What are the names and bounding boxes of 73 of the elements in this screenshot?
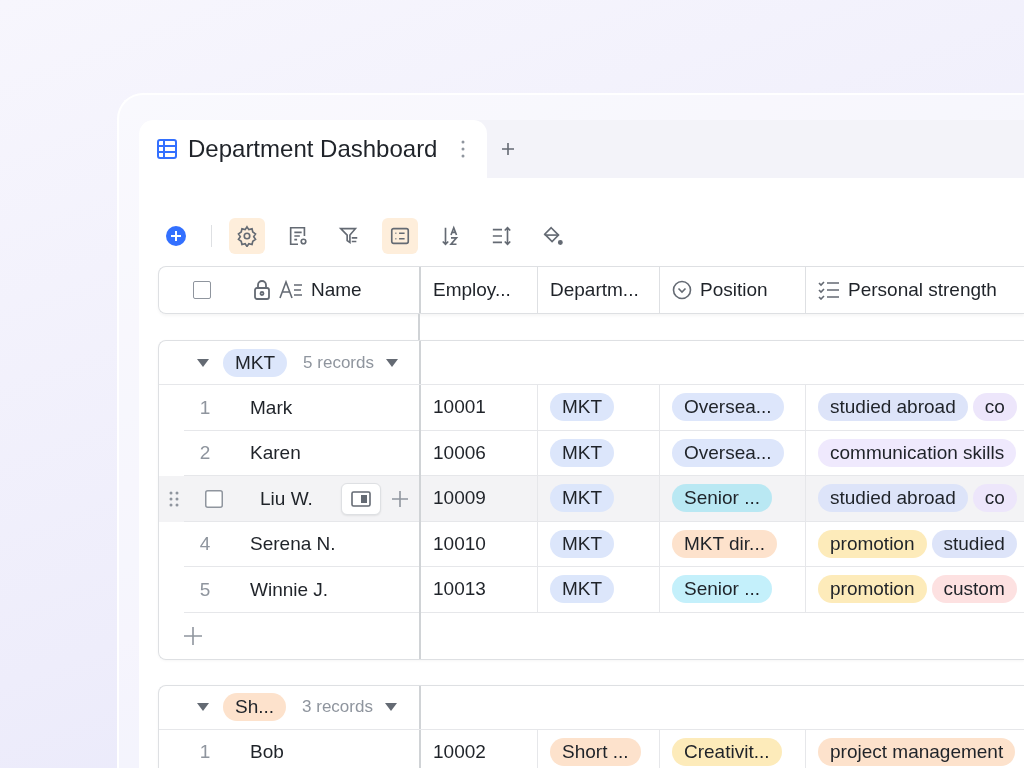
table-icon [157, 139, 177, 159]
table-cell: Winnie J. [250, 578, 329, 601]
strength-tag: communication skills [818, 438, 1017, 467]
department-tag: MKT [550, 484, 615, 513]
row-number: 1 [198, 396, 212, 419]
position-tag: Senior ... [672, 484, 773, 513]
strength-tag: custom [931, 575, 1017, 604]
table-cell: 10006 [433, 441, 486, 464]
column-header[interactable]: Name [159, 267, 421, 313]
department-tag: MKT [550, 438, 615, 467]
side-panel-icon [351, 490, 371, 507]
department-tag: MKT [550, 529, 615, 558]
table-cell-text: Liu W. [260, 487, 314, 510]
caret-icon[interactable] [384, 703, 397, 711]
caret-icon[interactable] [197, 358, 209, 367]
table-cell: 10001 [433, 396, 486, 419]
checkbox[interactable] [205, 489, 223, 508]
position-tag: Oversea... [672, 438, 784, 467]
table-cell: 10009 [433, 487, 486, 510]
view-tab[interactable]: Department Dashboard [139, 120, 488, 178]
paint-bucket-icon [542, 225, 564, 247]
row-number: 4 [198, 533, 212, 556]
table-cell: 10002 [433, 740, 486, 763]
add-icon[interactable] [501, 142, 516, 156]
strength-tag: studied abroad [818, 484, 968, 513]
filter-icon [338, 225, 360, 247]
position-tag: MKT dir... [672, 529, 777, 558]
row-number: 2 [198, 442, 212, 465]
drag-handle-icon[interactable] [169, 490, 179, 507]
text-field-icon [279, 280, 303, 300]
more-icon[interactable] [461, 140, 466, 158]
strength-tag: co [972, 484, 1017, 513]
strength-tag: promotion [818, 575, 927, 604]
position-tag: Creativit... [672, 737, 782, 766]
strength-tag: promotion [818, 529, 927, 558]
caret-icon[interactable] [197, 703, 209, 711]
table-cell: 10013 [433, 578, 486, 601]
row-number: 1 [198, 741, 212, 764]
dropdown-icon [672, 280, 692, 300]
group-tag: Sh... [223, 693, 287, 721]
record-count: 3 records [302, 697, 373, 717]
column-header[interactable]: Position [660, 267, 806, 313]
column-header[interactable]: Employ... [421, 267, 538, 313]
expand-button[interactable] [341, 482, 381, 515]
row-number: 5 [198, 578, 212, 601]
strength-tag: co [972, 393, 1017, 422]
strength-tag: studied abroad [818, 393, 968, 422]
department-tag: Short ... [550, 737, 641, 766]
checkbox[interactable] [193, 281, 211, 299]
list-icon [389, 225, 411, 247]
table-cell: Karen [250, 442, 301, 465]
form-icon [287, 225, 309, 247]
table-cell: 10010 [433, 532, 486, 555]
toolbar-button[interactable] [229, 218, 265, 254]
department-tag: MKT [550, 393, 615, 422]
plus-icon [165, 225, 187, 247]
row-height-icon [491, 225, 513, 247]
record-count: 5 records [303, 352, 374, 373]
department-tag: MKT [550, 575, 615, 604]
checklist-icon [818, 280, 840, 300]
column-header[interactable]: Personal strength [806, 267, 1024, 313]
position-tag: Senior ... [672, 575, 773, 604]
group-tag: MKT [223, 348, 288, 377]
table-cell: Bob [250, 741, 284, 764]
column-header[interactable]: Departm... [538, 267, 660, 313]
toolbar-button[interactable] [382, 218, 418, 254]
position-tag: Oversea... [672, 393, 784, 422]
table-cell: Serena N. [250, 533, 336, 556]
caret-icon[interactable] [386, 358, 398, 367]
table-cell: Mark [250, 396, 293, 419]
strength-tag: project management [818, 737, 1016, 766]
gear-icon [236, 225, 258, 247]
strength-tag: studied [931, 529, 1017, 558]
